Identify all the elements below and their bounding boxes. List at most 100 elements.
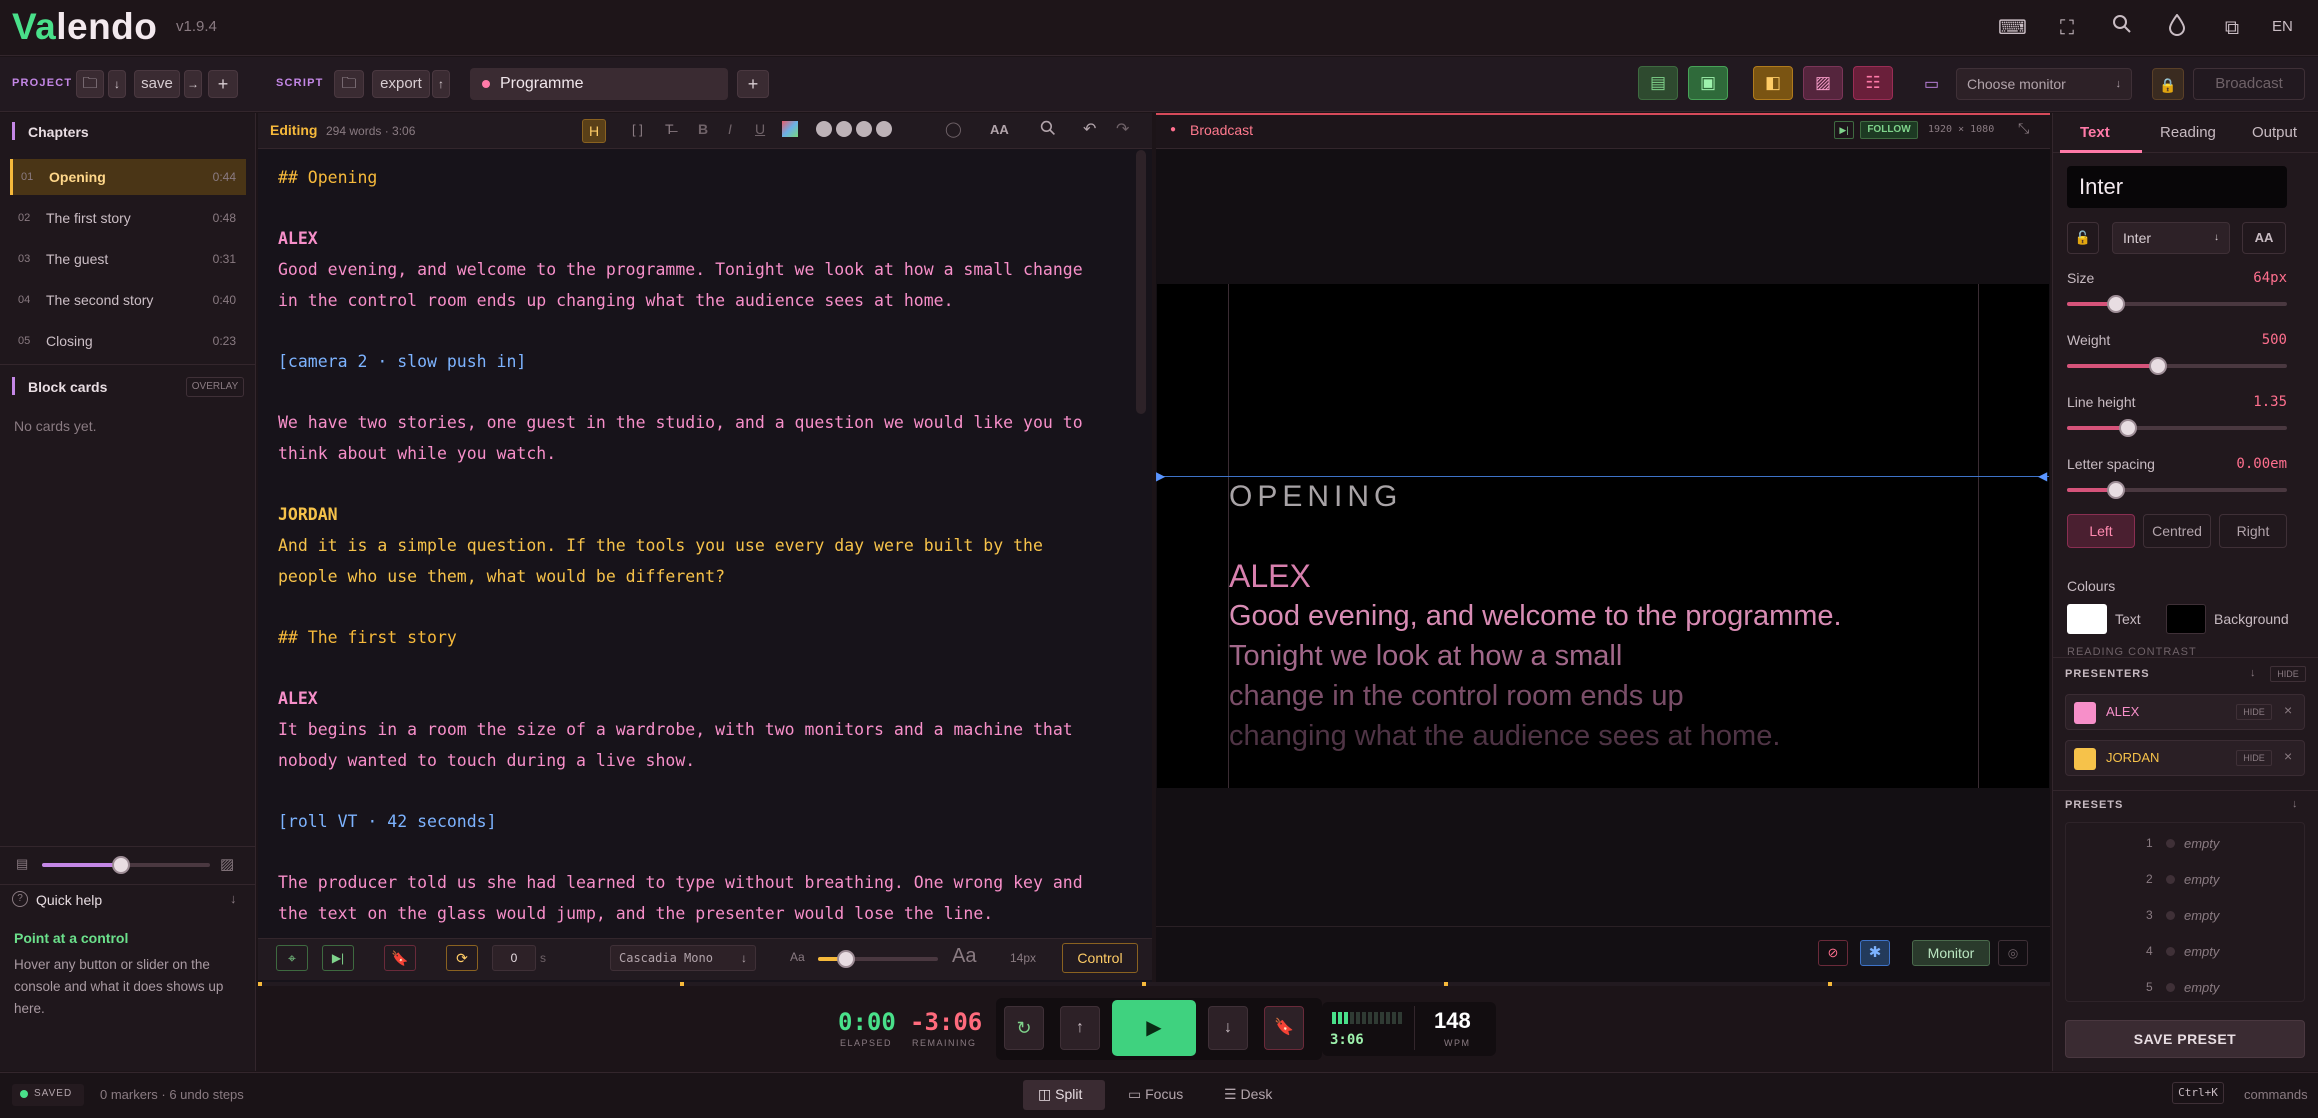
fullscreen-icon[interactable]: ⛶ xyxy=(2053,14,2081,42)
lineheight-slider[interactable] xyxy=(2067,419,2287,437)
reading-marker-left[interactable]: ▶ xyxy=(1156,469,1165,483)
follow-toggle[interactable]: FOLLOW xyxy=(1860,121,1918,139)
script-line[interactable]: the text on the glass would jump, and th… xyxy=(278,904,993,923)
collapse-icon[interactable]: ↓ xyxy=(230,891,237,906)
chapter-item[interactable]: 04 The second story 0:40 xyxy=(10,282,246,318)
offset-input[interactable]: 0 xyxy=(492,945,536,971)
dot-4[interactable] xyxy=(876,121,892,137)
font-caps-button[interactable]: AA xyxy=(2242,222,2286,254)
expand-icon[interactable]: ⤡ xyxy=(2018,120,2029,137)
script-line[interactable]: [roll VT · 42 seconds] xyxy=(278,812,497,831)
quickhelp-slider-knob[interactable] xyxy=(111,856,130,874)
image-panel-button[interactable]: ▨ xyxy=(1803,66,1843,100)
undo-icon[interactable]: ↶ xyxy=(1083,119,1096,139)
tab-reading[interactable]: Reading xyxy=(2160,124,2216,141)
unlock-icon[interactable]: 🔓 xyxy=(2067,222,2099,254)
letterspacing-knob[interactable] xyxy=(2107,481,2125,499)
save-arrow-button[interactable]: → xyxy=(184,70,202,98)
align-left-button[interactable]: Left xyxy=(2067,514,2135,548)
align-centre-button[interactable]: Centred xyxy=(2143,514,2211,548)
layout-toggle-icon[interactable]: ⧉ xyxy=(2218,14,2246,42)
weight-knob[interactable] xyxy=(2149,357,2167,375)
script-line[interactable]: think about while you watch. xyxy=(278,444,556,463)
preset-slot[interactable]: empty xyxy=(2184,836,2219,851)
monitor-settings-icon[interactable]: ◎ xyxy=(1998,940,2028,966)
layout-bottom-button[interactable]: ▣ xyxy=(1688,66,1728,100)
view-focus-button[interactable]: ▭ Focus xyxy=(1128,1086,1183,1103)
language-selector[interactable]: EN xyxy=(2272,18,2293,35)
weight-slider[interactable] xyxy=(2067,357,2287,375)
overlay-badge[interactable]: OVERLAY xyxy=(186,377,244,397)
redo-icon[interactable]: ↷ xyxy=(1116,119,1129,139)
bold-button[interactable]: B xyxy=(698,121,708,137)
preset-slot[interactable]: empty xyxy=(2184,944,2219,959)
underline-button[interactable]: U xyxy=(755,121,765,137)
preset-slot[interactable]: empty xyxy=(2184,908,2219,923)
script-line[interactable]: JORDAN xyxy=(278,505,338,524)
remove-icon[interactable]: × xyxy=(2284,702,2292,718)
save-preset-button[interactable]: SAVE PRESET xyxy=(2065,1020,2305,1058)
background-colour-swatch[interactable] xyxy=(2166,604,2206,634)
skip-icon[interactable]: ▶| xyxy=(1834,121,1854,139)
chapter-item[interactable]: 02 The first story 0:48 xyxy=(10,200,246,236)
timeline-marker[interactable] xyxy=(258,982,262,986)
restart-button[interactable]: ↻ xyxy=(1004,1006,1044,1050)
crosshair-button[interactable]: ⌖ xyxy=(276,945,308,971)
timeline-marker[interactable] xyxy=(680,982,684,986)
keyboard-icon[interactable]: ⌨ xyxy=(1998,14,2027,42)
settings-sliders-button[interactable]: ☷ xyxy=(1853,66,1893,100)
size-slider[interactable] xyxy=(2067,295,2287,313)
monitor-select[interactable]: Choose monitor ↓ xyxy=(1956,68,2132,100)
letterspacing-slider[interactable] xyxy=(2067,481,2287,499)
reading-line[interactable] xyxy=(1157,476,2049,477)
presenter-colour-swatch[interactable] xyxy=(2074,748,2096,770)
open-project-button[interactable]: 🗀 xyxy=(76,70,104,98)
script-line[interactable]: And it is a simple question. If the tool… xyxy=(278,536,1043,555)
new-project-button[interactable]: + xyxy=(208,70,238,98)
editor-size-knob[interactable] xyxy=(836,950,855,968)
lock-icon[interactable]: 🔒 xyxy=(2152,68,2184,100)
presenter-colour-swatch[interactable] xyxy=(2074,702,2096,724)
view-desk-button[interactable]: ☰ Desk xyxy=(1224,1086,1272,1103)
preset-slot[interactable]: empty xyxy=(2184,980,2219,995)
commands-label[interactable]: commands xyxy=(2244,1087,2308,1102)
project-down-button[interactable]: ↓ xyxy=(108,70,126,98)
person-icon[interactable]: ◯ xyxy=(945,120,962,138)
editor-size-slider[interactable] xyxy=(818,950,938,968)
heading-button[interactable]: H xyxy=(582,119,606,143)
tab-output[interactable]: Output xyxy=(2252,124,2297,141)
script-line[interactable]: people who use them, what would be diffe… xyxy=(278,567,725,586)
script-line[interactable]: ## Opening xyxy=(278,168,377,187)
timeline-marker[interactable] xyxy=(1828,982,1832,986)
mark-button[interactable]: 🔖 xyxy=(1264,1006,1304,1050)
droplet-icon[interactable] xyxy=(2163,13,2191,42)
dot-1[interactable] xyxy=(816,121,832,137)
open-script-button[interactable]: 🗀 xyxy=(334,70,364,98)
timeline-marker[interactable] xyxy=(1142,982,1146,986)
presenter-hide-button[interactable]: HIDE xyxy=(2236,704,2272,720)
colour-picker-icon[interactable] xyxy=(782,121,798,137)
find-icon[interactable] xyxy=(1040,120,1056,140)
chapter-item[interactable]: 01 Opening 0:44 xyxy=(10,159,246,195)
blackout-button[interactable]: ⊘ xyxy=(1818,940,1848,966)
bookmark-button[interactable]: 🔖 xyxy=(384,945,416,971)
script-line[interactable]: The producer told us she had learned to … xyxy=(278,873,1083,892)
search-icon[interactable] xyxy=(2108,14,2136,42)
layout-top-button[interactable]: ▤ xyxy=(1638,66,1678,100)
play-button[interactable]: ▶ xyxy=(1112,1000,1196,1056)
align-right-button[interactable]: Right xyxy=(2219,514,2287,548)
script-line[interactable]: ALEX xyxy=(278,229,318,248)
reading-marker-right[interactable]: ◀ xyxy=(2038,469,2047,483)
freeze-button[interactable]: ✱ xyxy=(1860,940,1890,966)
script-line[interactable]: We have two stories, one guest in the st… xyxy=(278,413,1083,432)
script-line[interactable]: ALEX xyxy=(278,689,318,708)
next-button[interactable]: ↓ xyxy=(1208,1006,1248,1050)
control-button[interactable]: Control xyxy=(1062,943,1138,973)
presets-collapse-icon[interactable]: ↓ xyxy=(2292,798,2298,810)
clear-format-button[interactable]: T̶ xyxy=(665,121,674,137)
preset-slot[interactable]: empty xyxy=(2184,872,2219,887)
dot-3[interactable] xyxy=(856,121,872,137)
quickhelp-slider[interactable] xyxy=(42,856,210,874)
chapter-item[interactable]: 05 Closing 0:23 xyxy=(10,323,246,359)
script-line[interactable]: [camera 2 · slow push in] xyxy=(278,352,526,371)
